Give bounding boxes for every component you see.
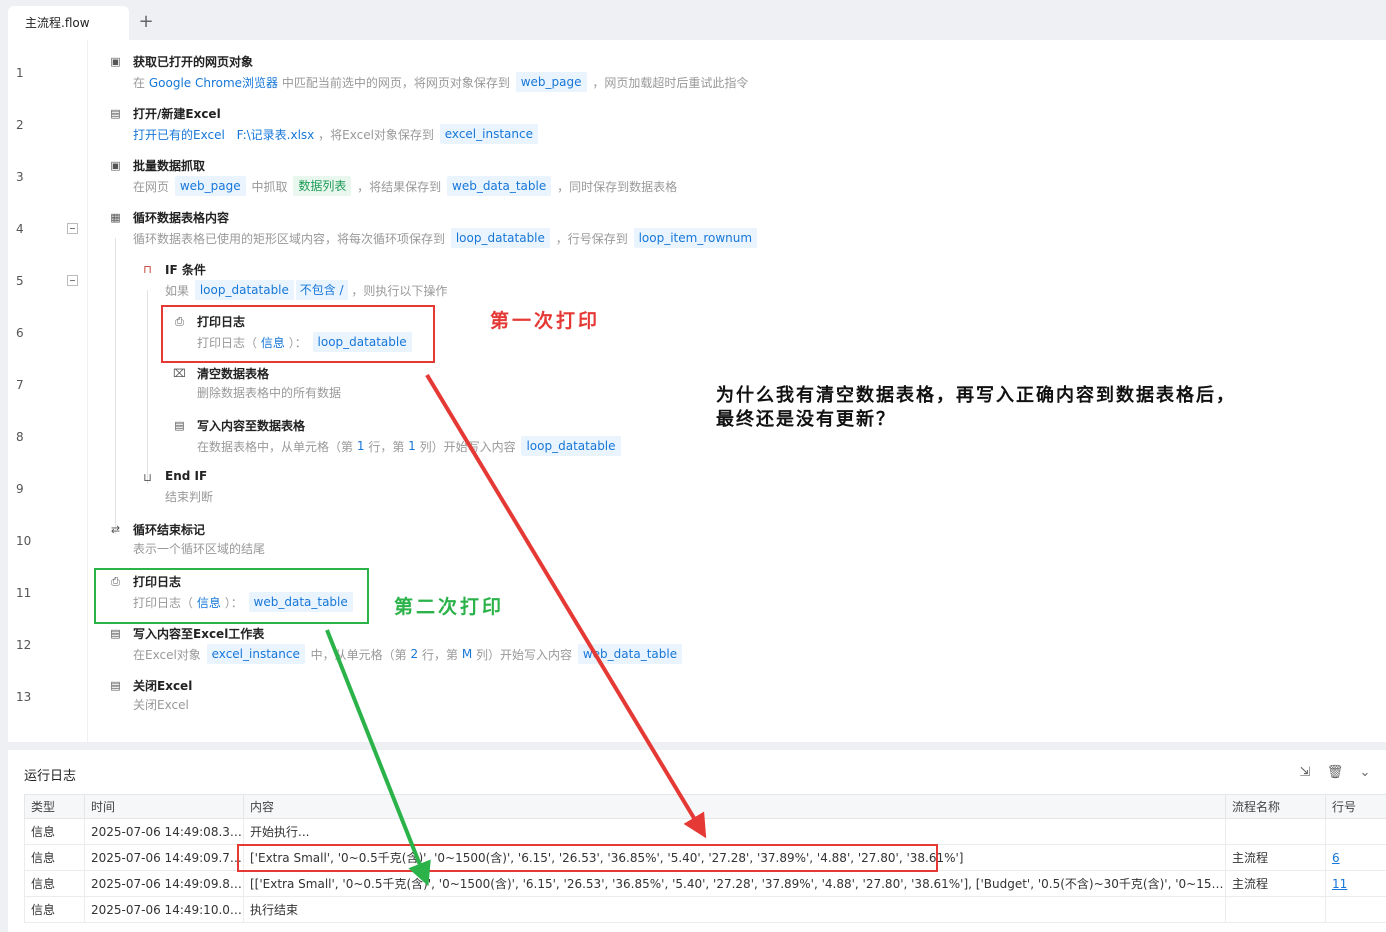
app-window: 主流程.flow + 1 2 3 4 5 6 7 8 9 10 11 12 13… [0,0,1386,932]
red-arrow [425,373,707,839]
annotation-arrows [325,373,707,887]
green-arrow [325,629,431,887]
